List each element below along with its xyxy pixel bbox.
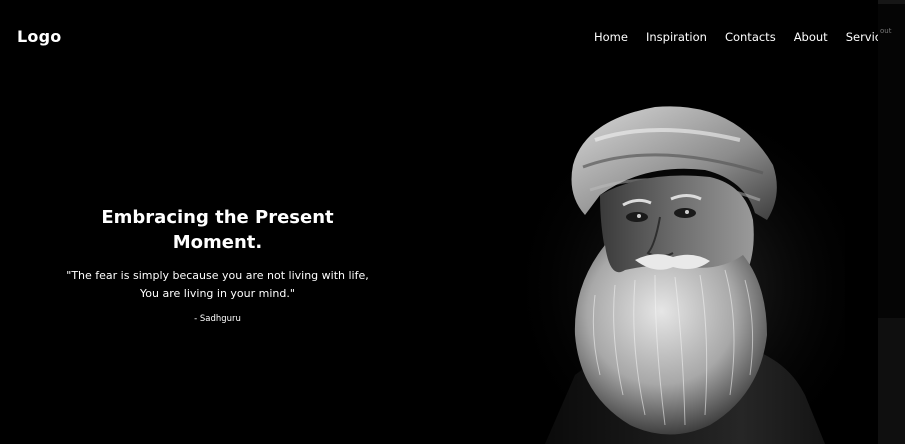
hero-section: Embracing the Present Moment. "The fear … bbox=[60, 205, 375, 324]
edge-panel bbox=[878, 318, 905, 444]
portrait-image bbox=[505, 95, 845, 444]
hero-title: Embracing the Present Moment. bbox=[101, 207, 334, 253]
edge-bar bbox=[878, 0, 905, 4]
hero-quote: "The fear is simply because you are not … bbox=[66, 269, 369, 300]
edge-ghost-text: out bbox=[880, 27, 892, 35]
hero-page: Logo Home Inspiration Contacts About Ser… bbox=[0, 0, 905, 444]
main-nav: Home Inspiration Contacts About Services bbox=[594, 30, 894, 44]
nav-contacts[interactable]: Contacts bbox=[725, 30, 776, 44]
adjacent-page-edge: out bbox=[878, 0, 905, 444]
nav-about[interactable]: About bbox=[794, 30, 828, 44]
quote-author: - Sadhguru bbox=[194, 314, 241, 324]
nav-inspiration[interactable]: Inspiration bbox=[646, 30, 707, 44]
nav-home[interactable]: Home bbox=[594, 30, 628, 44]
logo[interactable]: Logo bbox=[17, 27, 61, 46]
